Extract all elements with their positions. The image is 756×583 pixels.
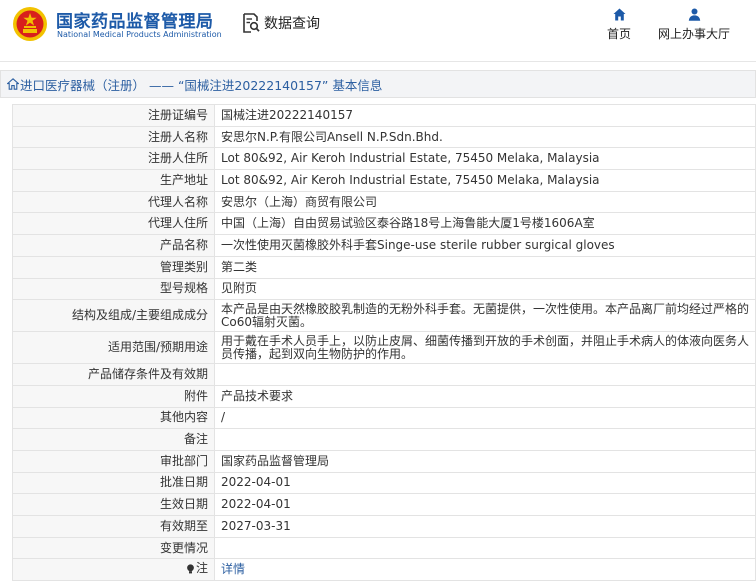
registration-info-table: 注册证编号 国械注进20222140157 注册人名称 安思尔N.P.有限公司A…	[12, 104, 756, 582]
national-emblem-icon	[13, 7, 47, 41]
row-label: 结构及组成/主要组成成分	[12, 299, 215, 333]
row-label: 生效日期	[12, 493, 215, 516]
data-query-link[interactable]: 数据查询	[242, 12, 320, 34]
table-row: 代理人名称 安思尔（上海）商贸有限公司	[12, 190, 756, 214]
row-value: 国家药品监督管理局	[214, 449, 756, 473]
table-row: 其他内容 /	[12, 406, 756, 430]
table-row: 代理人住所 中国（上海）自由贸易试验区泰谷路18号上海鲁能大厦1号楼1606A室	[12, 212, 756, 236]
agency-name-en: National Medical Products Administration	[57, 30, 222, 39]
row-value: 中国（上海）自由贸易试验区泰谷路18号上海鲁能大厦1号楼1606A室	[214, 212, 756, 236]
table-row: 注册人名称 安思尔N.P.有限公司Ansell N.P.Sdn.Bhd.	[12, 125, 756, 149]
row-value	[214, 536, 756, 560]
row-value: 第二类	[214, 255, 756, 279]
table-row: 批准日期 2022-04-01	[12, 471, 756, 495]
table-row: 产品储存条件及有效期	[12, 363, 756, 386]
row-value: 安思尔（上海）商贸有限公司	[214, 190, 756, 214]
row-label: 其他内容	[12, 406, 215, 430]
row-label: 注册人名称	[12, 125, 215, 149]
table-row: 变更情况	[12, 536, 756, 560]
row-value: Lot 80&92, Air Keroh Industrial Estate, …	[214, 147, 756, 171]
row-value: 2022-04-01	[214, 493, 756, 516]
row-label: 生产地址	[12, 169, 215, 192]
nav-office-label: 网上办事大厅	[657, 27, 730, 41]
table-row: 生效日期 2022-04-01	[12, 493, 756, 516]
row-value: /	[214, 406, 756, 430]
lightbulb-icon	[187, 564, 194, 574]
agency-name-cn: 国家药品监督管理局	[56, 12, 214, 32]
details-link[interactable]: 详情	[221, 562, 245, 576]
row-label: 型号规格	[12, 277, 215, 301]
row-label: 管理类别	[12, 255, 215, 279]
table-row: 有效期至 2027-03-31	[12, 515, 756, 538]
page-title-bar: 进口医疗器械（注册） —— “国械注进20222140157” 基本信息	[0, 70, 756, 98]
note-label: 注	[195, 561, 208, 576]
table-row: 型号规格 见附页	[12, 277, 756, 301]
row-value: 国械注进20222140157	[214, 104, 756, 127]
table-row: 备注	[12, 428, 756, 451]
row-value	[214, 428, 756, 451]
note-label-wrap: 注	[186, 562, 208, 575]
row-value: 见附页	[214, 277, 756, 301]
row-label: 注册证编号	[12, 104, 215, 127]
nav-online-office[interactable]: 网上办事大厅	[656, 8, 732, 42]
row-value: Lot 80&92, Air Keroh Industrial Estate, …	[214, 169, 756, 192]
row-value: 本产品是由天然橡胶胶乳制造的无粉外科手套。无菌提供，一次性使用。本产品离厂前均经…	[214, 299, 756, 333]
person-icon	[688, 8, 700, 21]
table-row: 审批部门 国家药品监督管理局	[12, 449, 756, 473]
row-label: 审批部门	[12, 449, 215, 473]
table-row: 附件 产品技术要求	[12, 384, 756, 408]
site-header: 国家药品监督管理局 National Medical Products Admi…	[0, 0, 756, 62]
row-label: 产品储存条件及有效期	[12, 363, 215, 386]
row-label: 备注	[12, 428, 215, 451]
nav-home[interactable]: 首页	[604, 8, 634, 42]
note-row: 注 详情	[12, 558, 756, 582]
nav-home-label: 首页	[606, 27, 631, 41]
home-icon	[7, 78, 19, 90]
table-row: 注册人住所 Lot 80&92, Air Keroh Industrial Es…	[12, 147, 756, 171]
row-label: 变更情况	[12, 536, 215, 560]
row-label: 有效期至	[12, 515, 215, 538]
row-label: 适用范围/预期用途	[12, 331, 215, 365]
row-value: 用于戴在手术人员手上，以防止皮屑、细菌传播到开放的手术创面，并阻止手术病人的体液…	[214, 331, 756, 365]
table-row: 适用范围/预期用途 用于戴在手术人员手上，以防止皮屑、细菌传播到开放的手术创面，…	[12, 331, 756, 365]
row-value: 一次性使用灭菌橡胶外科手套Singe-use sterile rubber su…	[214, 234, 756, 257]
data-query-label: 数据查询	[264, 16, 320, 32]
page-title: 进口医疗器械（注册） —— “国械注进20222140157” 基本信息	[20, 77, 383, 93]
table-row: 产品名称 一次性使用灭菌橡胶外科手套Singe-use sterile rubb…	[12, 234, 756, 257]
row-value: 安思尔N.P.有限公司Ansell N.P.Sdn.Bhd.	[214, 125, 756, 149]
note-label-cell: 注	[12, 558, 215, 582]
table-row: 注册证编号 国械注进20222140157	[12, 104, 756, 127]
table-row: 生产地址 Lot 80&92, Air Keroh Industrial Est…	[12, 169, 756, 192]
row-label: 产品名称	[12, 234, 215, 257]
row-label: 代理人名称	[12, 190, 215, 214]
row-label: 批准日期	[12, 471, 215, 495]
row-value: 2027-03-31	[214, 515, 756, 538]
row-label: 注册人住所	[12, 147, 215, 171]
table-row: 结构及组成/主要组成成分 本产品是由天然橡胶胶乳制造的无粉外科手套。无菌提供，一…	[12, 299, 756, 333]
row-value	[214, 363, 756, 386]
row-label: 代理人住所	[12, 212, 215, 236]
home-icon	[613, 8, 625, 21]
row-value: 产品技术要求	[214, 384, 756, 408]
note-value-cell: 详情	[214, 558, 756, 582]
table-row: 管理类别 第二类	[12, 255, 756, 279]
document-search-icon	[243, 13, 260, 33]
row-label: 附件	[12, 384, 215, 408]
row-value: 2022-04-01	[214, 471, 756, 495]
